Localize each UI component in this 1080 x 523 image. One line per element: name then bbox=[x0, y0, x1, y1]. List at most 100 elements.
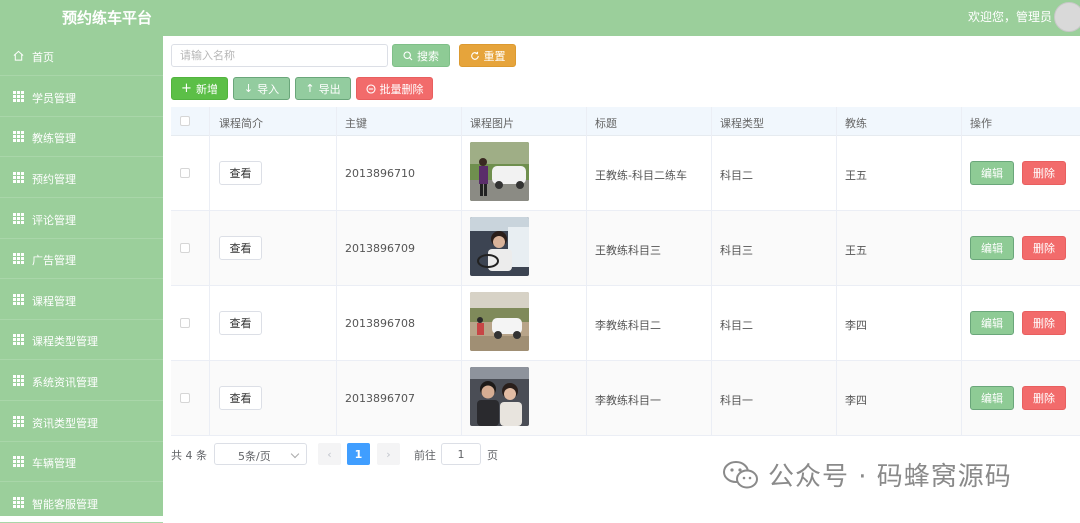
plus-icon: + bbox=[181, 81, 192, 96]
grid-icon bbox=[13, 91, 24, 102]
row-title: 李教练科目二 bbox=[595, 319, 661, 332]
sidebar-item-courses[interactable]: 课程管理 bbox=[0, 280, 163, 320]
course-image bbox=[470, 217, 529, 276]
add-button-label: 新增 bbox=[195, 82, 218, 96]
sidebar-item-chatbot[interactable]: 智能客服管理 bbox=[0, 483, 163, 523]
sidebar-item-label: 课程类型管理 bbox=[32, 335, 98, 348]
prev-page-button[interactable]: ‹ bbox=[318, 443, 341, 465]
column-header: 课程图片 bbox=[470, 117, 514, 130]
minus-circle-icon bbox=[365, 83, 376, 94]
row-title: 王教练-科目二练车 bbox=[595, 169, 687, 182]
select-all-checkbox[interactable] bbox=[180, 116, 190, 126]
page-size-select[interactable]: 5条/页 bbox=[214, 443, 307, 465]
home-icon bbox=[13, 50, 24, 61]
chevron-left-icon: ‹ bbox=[327, 447, 332, 461]
row-coach: 李四 bbox=[845, 394, 867, 407]
view-button[interactable]: 查看 bbox=[219, 386, 262, 410]
delete-button[interactable]: 删除 bbox=[1022, 311, 1066, 335]
edit-button[interactable]: 编辑 bbox=[970, 311, 1014, 335]
reset-button[interactable]: 重置 bbox=[459, 44, 516, 67]
course-image bbox=[470, 292, 529, 351]
row-coach: 王五 bbox=[845, 169, 867, 182]
sidebar-item-label: 评论管理 bbox=[32, 214, 76, 227]
watermark-text: 公众号 · 码蜂窝源码 bbox=[768, 462, 1012, 492]
column-header: 课程类型 bbox=[720, 117, 764, 130]
goto-unit: 页 bbox=[487, 449, 498, 462]
sidebar-item-vehicles[interactable]: 车辆管理 bbox=[0, 442, 163, 482]
column-header: 主键 bbox=[345, 117, 367, 130]
edit-button[interactable]: 编辑 bbox=[970, 161, 1014, 185]
grid-icon bbox=[13, 253, 24, 264]
next-page-button[interactable]: › bbox=[377, 443, 400, 465]
column-header: 标题 bbox=[595, 117, 617, 130]
sidebar-item-label: 智能客服管理 bbox=[32, 498, 98, 511]
row-title: 王教练科目三 bbox=[595, 244, 661, 257]
chevron-right-icon: › bbox=[386, 447, 391, 461]
grid-icon bbox=[13, 294, 24, 305]
column-divider bbox=[711, 107, 712, 436]
delete-button[interactable]: 删除 bbox=[1022, 386, 1066, 410]
row-type: 科目二 bbox=[720, 319, 753, 332]
column-header: 课程简介 bbox=[219, 117, 263, 130]
search-input[interactable] bbox=[171, 44, 388, 67]
view-button[interactable]: 查看 bbox=[219, 311, 262, 335]
arrow-down-icon: ↓ bbox=[243, 82, 254, 95]
row-id: 2013896710 bbox=[345, 167, 415, 180]
avatar[interactable] bbox=[1054, 2, 1080, 32]
sidebar-item-label: 首页 bbox=[32, 51, 54, 64]
goto-page-input[interactable] bbox=[441, 443, 481, 465]
refresh-icon bbox=[470, 51, 479, 60]
view-button[interactable]: 查看 bbox=[219, 236, 262, 260]
pagination-total: 共 4 条 bbox=[171, 449, 207, 462]
row-checkbox[interactable] bbox=[180, 318, 190, 328]
edit-button[interactable]: 编辑 bbox=[970, 386, 1014, 410]
row-type: 科目一 bbox=[720, 394, 753, 407]
sidebar-item-ads[interactable]: 广告管理 bbox=[0, 239, 163, 279]
edit-button[interactable]: 编辑 bbox=[970, 236, 1014, 260]
delete-button[interactable]: 删除 bbox=[1022, 161, 1066, 185]
batch-delete-button[interactable]: 批量删除 bbox=[356, 77, 433, 100]
search-button-label: 搜索 bbox=[417, 49, 439, 63]
grid-icon bbox=[13, 456, 24, 467]
sidebar-item-students[interactable]: 学员管理 bbox=[0, 77, 163, 117]
sidebar-item-course-types[interactable]: 课程类型管理 bbox=[0, 320, 163, 360]
grid-icon bbox=[13, 497, 24, 508]
course-image bbox=[470, 142, 529, 201]
search-icon bbox=[403, 50, 413, 60]
row-checkbox[interactable] bbox=[180, 168, 190, 178]
app-title: 预约练车平台 bbox=[62, 9, 153, 27]
view-button[interactable]: 查看 bbox=[219, 161, 262, 185]
grid-icon bbox=[13, 375, 24, 386]
import-button[interactable]: ↓ 导入 bbox=[233, 77, 290, 100]
add-button[interactable]: + 新增 bbox=[171, 77, 228, 100]
table-row: 查看 2013896710 王教练-科目二练车 科目二 王五 编辑 删除 bbox=[171, 136, 1080, 211]
sidebar-item-label: 广告管理 bbox=[32, 254, 76, 267]
export-button-label: 导出 bbox=[318, 82, 341, 96]
row-title: 李教练科目一 bbox=[595, 394, 661, 407]
welcome-text: 欢迎您，管理员 bbox=[967, 10, 1052, 24]
delete-button[interactable]: 删除 bbox=[1022, 236, 1066, 260]
sidebar-item-bookings[interactable]: 预约管理 bbox=[0, 158, 163, 198]
row-id: 2013896708 bbox=[345, 317, 415, 330]
row-checkbox[interactable] bbox=[180, 393, 190, 403]
row-type: 科目三 bbox=[720, 244, 753, 257]
page-number-button[interactable]: 1 bbox=[347, 443, 370, 465]
goto-label: 前往 bbox=[414, 449, 436, 462]
sidebar-item-comments[interactable]: 评论管理 bbox=[0, 199, 163, 239]
sidebar-item-news[interactable]: 系统资讯管理 bbox=[0, 361, 163, 401]
arrow-up-icon: ↑ bbox=[305, 82, 315, 95]
sidebar-item-news-types[interactable]: 资讯类型管理 bbox=[0, 402, 163, 442]
wechat-icon bbox=[723, 460, 758, 488]
row-checkbox[interactable] bbox=[180, 243, 190, 253]
grid-icon bbox=[13, 334, 24, 345]
grid-icon bbox=[13, 213, 24, 224]
column-divider bbox=[461, 107, 462, 436]
export-button[interactable]: ↑ 导出 bbox=[295, 77, 351, 100]
sidebar-item-label: 系统资讯管理 bbox=[32, 376, 98, 389]
table-row: 查看 2013896709 王教练科目三 科目三 王五 编辑 删除 bbox=[171, 211, 1080, 286]
grid-icon bbox=[13, 131, 24, 142]
sidebar-item-coaches[interactable]: 教练管理 bbox=[0, 117, 163, 157]
sidebar-item-home[interactable]: 首页 bbox=[0, 36, 163, 76]
table-row: 查看 2013896708 李教练科目二 科目二 李四 编辑 删除 bbox=[171, 286, 1080, 361]
search-button[interactable]: 搜索 bbox=[392, 44, 450, 67]
